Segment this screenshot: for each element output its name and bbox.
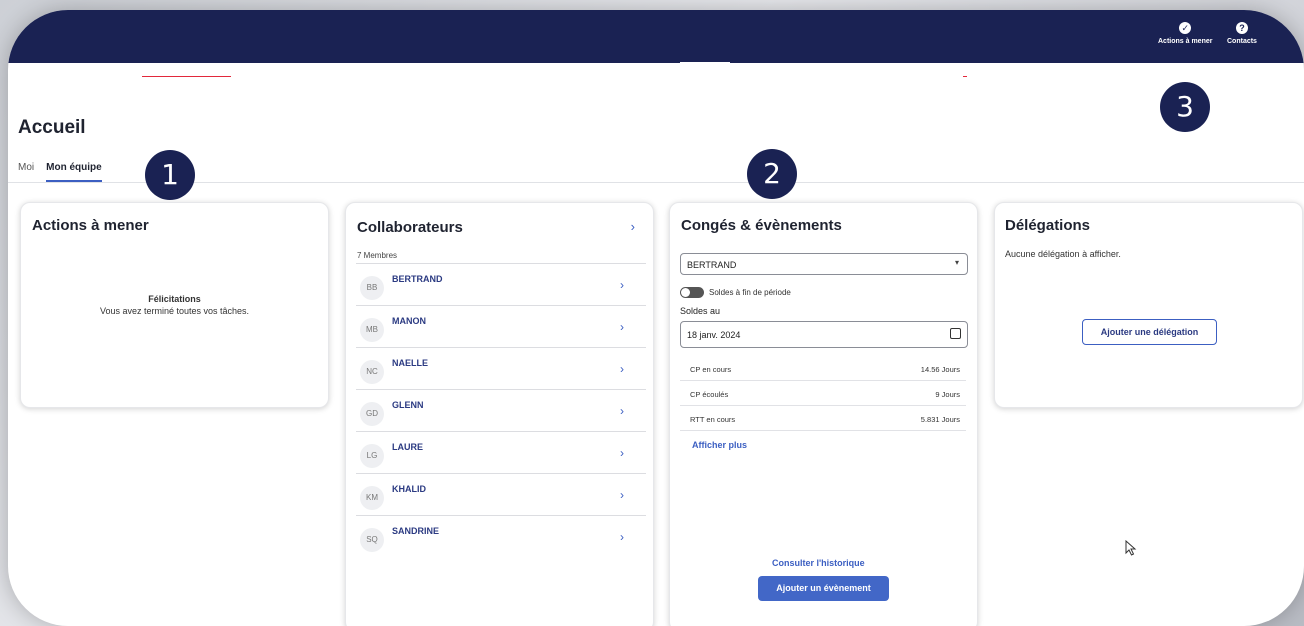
balance-label: CP en cours (690, 365, 732, 374)
page-title: Accueil (18, 117, 86, 138)
actions-nav-label: Actions à mener (1158, 38, 1213, 45)
avatar: NC (360, 360, 384, 384)
tabs-divider (8, 182, 1304, 183)
member-row[interactable]: NC NAELLE › (356, 348, 646, 390)
person-select[interactable]: BERTRAND ▾ (680, 253, 968, 275)
member-name: BERTRAND (392, 274, 443, 284)
balance-value: 5.831 Jours (920, 415, 960, 424)
period-end-toggle[interactable] (680, 287, 704, 298)
add-delegation-button[interactable]: Ajouter une délégation (1082, 319, 1217, 345)
leave-events-card: Congés & évènements BERTRAND ▾ Soldes à … (669, 202, 978, 626)
toggle-label: Soldes à fin de période (709, 288, 791, 297)
balance-row: CP écoulés 9 Jours (680, 381, 966, 406)
avatar: BB (360, 276, 384, 300)
member-row[interactable]: SQ SANDRINE › (356, 516, 646, 558)
member-row[interactable]: MB MANON › (356, 306, 646, 348)
member-row[interactable]: KM KHALID › (356, 474, 646, 516)
app-window: ✓ Actions à mener ? Contacts Accueil Moi… (8, 10, 1304, 626)
member-row[interactable]: GD GLENN › (356, 390, 646, 432)
chevron-right-icon: › (620, 320, 624, 334)
tab-my-team[interactable]: Mon équipe (46, 162, 102, 182)
step-marker-3: 3 (1160, 82, 1210, 132)
add-event-button[interactable]: Ajouter un évènement (758, 576, 889, 601)
chevron-right-icon: › (620, 530, 624, 544)
collaborators-open-chevron-icon[interactable]: › (631, 219, 635, 234)
balance-row: RTT en cours 5.831 Jours (680, 406, 966, 431)
member-row[interactable]: LG LAURE › (356, 432, 646, 474)
team-tabs: Moi Mon équipe (18, 162, 102, 182)
members-count: 7 Membres (357, 251, 398, 260)
member-name: GLENN (392, 400, 424, 410)
contacts-nav-label: Contacts (1227, 38, 1257, 45)
chevron-right-icon: › (620, 404, 624, 418)
congrats-text: Vous avez terminé toutes vos tâches. (99, 306, 250, 316)
avatar: KM (360, 486, 384, 510)
check-circle-icon: ✓ (1179, 22, 1192, 34)
collaborators-card-title: Collaborateurs (357, 219, 463, 236)
delegations-empty-text: Aucune délégation à afficher. (1005, 249, 1121, 259)
mouse-pointer-icon (1125, 540, 1137, 556)
collaborators-card: Collaborateurs › 7 Membres BB BERTRAND ›… (345, 202, 654, 626)
chevron-right-icon: › (620, 362, 624, 376)
balance-label: RTT en cours (690, 415, 736, 424)
delegations-card-title: Délégations (1005, 217, 1091, 234)
member-row[interactable]: BB BERTRAND › (356, 264, 646, 306)
balance-value: 9 Jours (935, 390, 960, 399)
congrats-title: Félicitations (148, 294, 201, 304)
nav-accent-underline (142, 76, 231, 77)
balance-value: 14.56 Jours (920, 365, 960, 374)
chevron-right-icon: › (620, 488, 624, 502)
nav-active-indicator (680, 62, 730, 64)
chevron-right-icon: › (620, 446, 624, 460)
show-more-link[interactable]: Afficher plus (692, 440, 747, 450)
chevron-right-icon: › (620, 278, 624, 292)
nav-accent-mark (963, 76, 967, 77)
history-link[interactable]: Consulter l'historique (772, 558, 865, 568)
member-name: MANON (392, 316, 426, 326)
balance-date-label: Soldes au (680, 306, 721, 316)
avatar: MB (360, 318, 384, 342)
actions-nav-button[interactable]: ✓ Actions à mener (1158, 22, 1212, 45)
step-marker-1: 1 (145, 150, 195, 200)
member-name: LAURE (392, 442, 423, 452)
balance-label: CP écoulés (690, 390, 729, 399)
calendar-icon[interactable] (950, 328, 961, 339)
delegations-card: Délégations Aucune délégation à afficher… (994, 202, 1303, 408)
avatar: LG (360, 444, 384, 468)
balance-date-value: 18 janv. 2024 (687, 330, 741, 340)
step-marker-2: 2 (747, 149, 797, 199)
actions-card-title: Actions à mener (32, 217, 149, 234)
person-select-value: BERTRAND (687, 260, 737, 270)
tab-me[interactable]: Moi (18, 162, 34, 182)
balance-row: CP en cours 14.56 Jours (680, 356, 966, 381)
top-navigation-bar: ✓ Actions à mener ? Contacts (8, 10, 1304, 63)
member-name: KHALID (392, 484, 426, 494)
member-name: SANDRINE (392, 526, 440, 536)
leave-card-title: Congés & évènements (681, 217, 842, 234)
avatar: GD (360, 402, 384, 426)
actions-card: Actions à mener Félicitations Vous avez … (20, 202, 329, 408)
caret-down-icon: ▾ (954, 258, 959, 267)
balance-date-field[interactable]: 18 janv. 2024 (680, 321, 968, 348)
contacts-nav-button[interactable]: ? Contacts (1227, 22, 1257, 45)
help-circle-icon: ? (1235, 22, 1248, 34)
avatar: SQ (360, 528, 384, 552)
member-name: NAELLE (392, 358, 428, 368)
